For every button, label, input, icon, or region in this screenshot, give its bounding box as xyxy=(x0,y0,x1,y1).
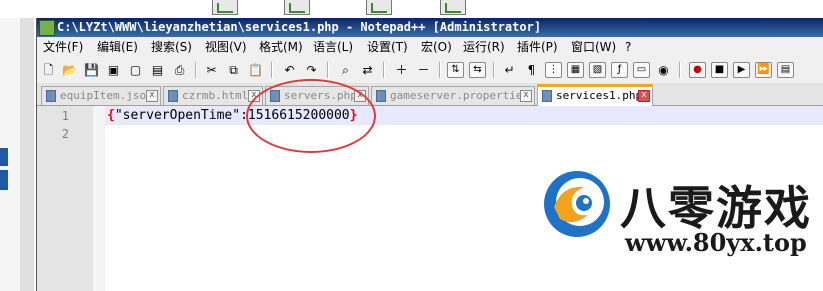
undo-icon[interactable]: ↶ xyxy=(281,62,298,78)
notepadpp-app-icon xyxy=(39,20,55,36)
run-macro-multiple-icon[interactable]: ⏩ xyxy=(755,62,772,78)
menu-edit[interactable]: 编辑(E) xyxy=(97,37,138,57)
tab-gameserver-properties[interactable]: gameserver.properties x xyxy=(371,86,535,105)
background-highlight xyxy=(0,170,8,190)
paste-icon[interactable]: 📋 xyxy=(247,62,264,78)
redo-icon[interactable]: ↷ xyxy=(303,62,320,78)
function-list-icon[interactable]: ƒ xyxy=(611,62,628,78)
chart-thumbnail-icon xyxy=(284,0,310,15)
toolbar-separator xyxy=(195,62,197,78)
tab-close-icon[interactable]: x xyxy=(638,90,650,102)
tab-label: services1.php xyxy=(556,89,643,102)
save-icon[interactable]: 💾 xyxy=(83,62,100,78)
tab-bar: equipItem.json x czrmb.html x servers.ph… xyxy=(37,83,823,106)
file-icon xyxy=(46,90,56,102)
menu-settings[interactable]: 设置(T) xyxy=(367,37,408,57)
menu-file[interactable]: 文件(F) xyxy=(43,37,83,57)
background-desktop-top xyxy=(0,0,823,18)
word-wrap-icon[interactable]: ↵ xyxy=(501,62,518,78)
save-macro-icon[interactable]: ▤ xyxy=(777,62,794,78)
replace-icon[interactable]: ⇄ xyxy=(359,62,376,78)
background-window-left xyxy=(0,18,34,291)
chart-thumbnail-icon xyxy=(366,0,392,15)
line-number: 2 xyxy=(61,127,69,141)
code-key: "serverOpenTime" xyxy=(114,108,241,123)
menu-bar: 文件(F) 编辑(E) 搜索(S) 视图(V) 格式(M) 语言(L) 设置(T… xyxy=(37,37,823,57)
tab-close-icon[interactable]: x xyxy=(146,90,158,102)
watermark-logo-icon xyxy=(544,171,610,237)
sync-h-icon[interactable]: ⇆ xyxy=(469,62,486,78)
window-title: C:\LYZt\WWW\lieyanzhetian\services1.php … xyxy=(57,20,542,34)
file-icon xyxy=(376,90,386,102)
title-bar[interactable]: C:\LYZt\WWW\lieyanzhetian\services1.php … xyxy=(37,18,823,37)
annotation-circle xyxy=(246,79,376,153)
line-number: 1 xyxy=(61,109,69,123)
tab-equipitem-json[interactable]: equipItem.json x xyxy=(41,86,161,105)
background-highlight xyxy=(0,148,8,166)
watermark-url: www.80yx.top xyxy=(625,228,807,257)
toolbar-separator xyxy=(493,62,495,78)
menu-macro[interactable]: 宏(O) xyxy=(421,37,452,57)
menu-search[interactable]: 搜索(S) xyxy=(151,37,192,57)
save-all-icon[interactable]: ▣ xyxy=(105,62,122,78)
open-file-icon[interactable]: 📂 xyxy=(61,62,78,78)
chart-thumbnail-icon xyxy=(212,0,238,15)
watermark: 八零游戏 www.80yx.top xyxy=(540,167,823,291)
menu-plugins[interactable]: 插件(P) xyxy=(517,37,558,57)
record-macro-icon[interactable]: ● xyxy=(689,62,706,78)
tab-czrmb-html[interactable]: czrmb.html x xyxy=(163,86,263,105)
sync-v-icon[interactable]: ⇅ xyxy=(447,62,464,78)
close-icon[interactable]: ▢ xyxy=(127,62,144,78)
tab-close-icon[interactable]: x xyxy=(520,90,532,102)
indent-guide-icon[interactable]: ⋮ xyxy=(545,62,562,78)
toolbar-separator xyxy=(383,62,385,78)
toolbar: 🗋 📂 💾 ▣ ▢ ▤ ⎙ ✂ ⧉ 📋 ↶ ↷ ⌕ ⇄ ＋ － ⇅ ⇆ ↵ ¶ … xyxy=(37,57,823,84)
show-all-chars-icon[interactable]: ¶ xyxy=(523,62,540,78)
line-number-gutter: 1 2 xyxy=(37,106,94,291)
menu-language[interactable]: 语言(L) xyxy=(313,37,353,57)
folder-workspace-icon[interactable]: ▭ xyxy=(633,62,650,78)
zoom-in-icon[interactable]: ＋ xyxy=(393,62,410,78)
menu-window[interactable]: 窗口(W) xyxy=(571,37,616,57)
file-icon xyxy=(542,90,552,102)
file-icon xyxy=(168,90,178,102)
tab-label: gameserver.properties xyxy=(390,89,530,102)
close-all-icon[interactable]: ▤ xyxy=(149,62,166,78)
chart-thumbnail-icon xyxy=(440,0,466,15)
menu-format[interactable]: 格式(M) xyxy=(259,37,303,57)
menu-help[interactable]: ? xyxy=(625,37,631,57)
doc-map-icon[interactable]: ▧ xyxy=(589,62,606,78)
toolbar-separator xyxy=(327,62,329,78)
new-file-icon[interactable]: 🗋 xyxy=(40,62,57,78)
menu-view[interactable]: 视图(V) xyxy=(205,37,247,57)
code-brace-open: { xyxy=(107,108,115,123)
fold-margin xyxy=(93,106,105,291)
cut-icon[interactable]: ✂ xyxy=(203,62,220,78)
print-icon[interactable]: ⎙ xyxy=(171,62,188,78)
tab-label: czrmb.html xyxy=(182,89,249,102)
play-macro-icon[interactable]: ▶ xyxy=(733,62,750,78)
menu-run[interactable]: 运行(R) xyxy=(463,37,505,57)
toolbar-separator xyxy=(439,62,441,78)
zoom-out-icon[interactable]: － xyxy=(415,62,432,78)
stop-macro-icon[interactable]: ■ xyxy=(711,62,728,78)
toolbar-separator xyxy=(271,62,273,78)
tab-label: equipItem.json xyxy=(60,89,153,102)
toolbar-separator xyxy=(679,62,681,78)
udl-icon[interactable]: ▦ xyxy=(567,62,584,78)
find-icon[interactable]: ⌕ xyxy=(337,62,354,78)
tab-services1-php[interactable]: services1.php x xyxy=(537,84,653,106)
background-scrollbar xyxy=(20,18,34,291)
copy-icon[interactable]: ⧉ xyxy=(225,62,242,78)
monitor-icon[interactable]: ◉ xyxy=(655,62,672,78)
